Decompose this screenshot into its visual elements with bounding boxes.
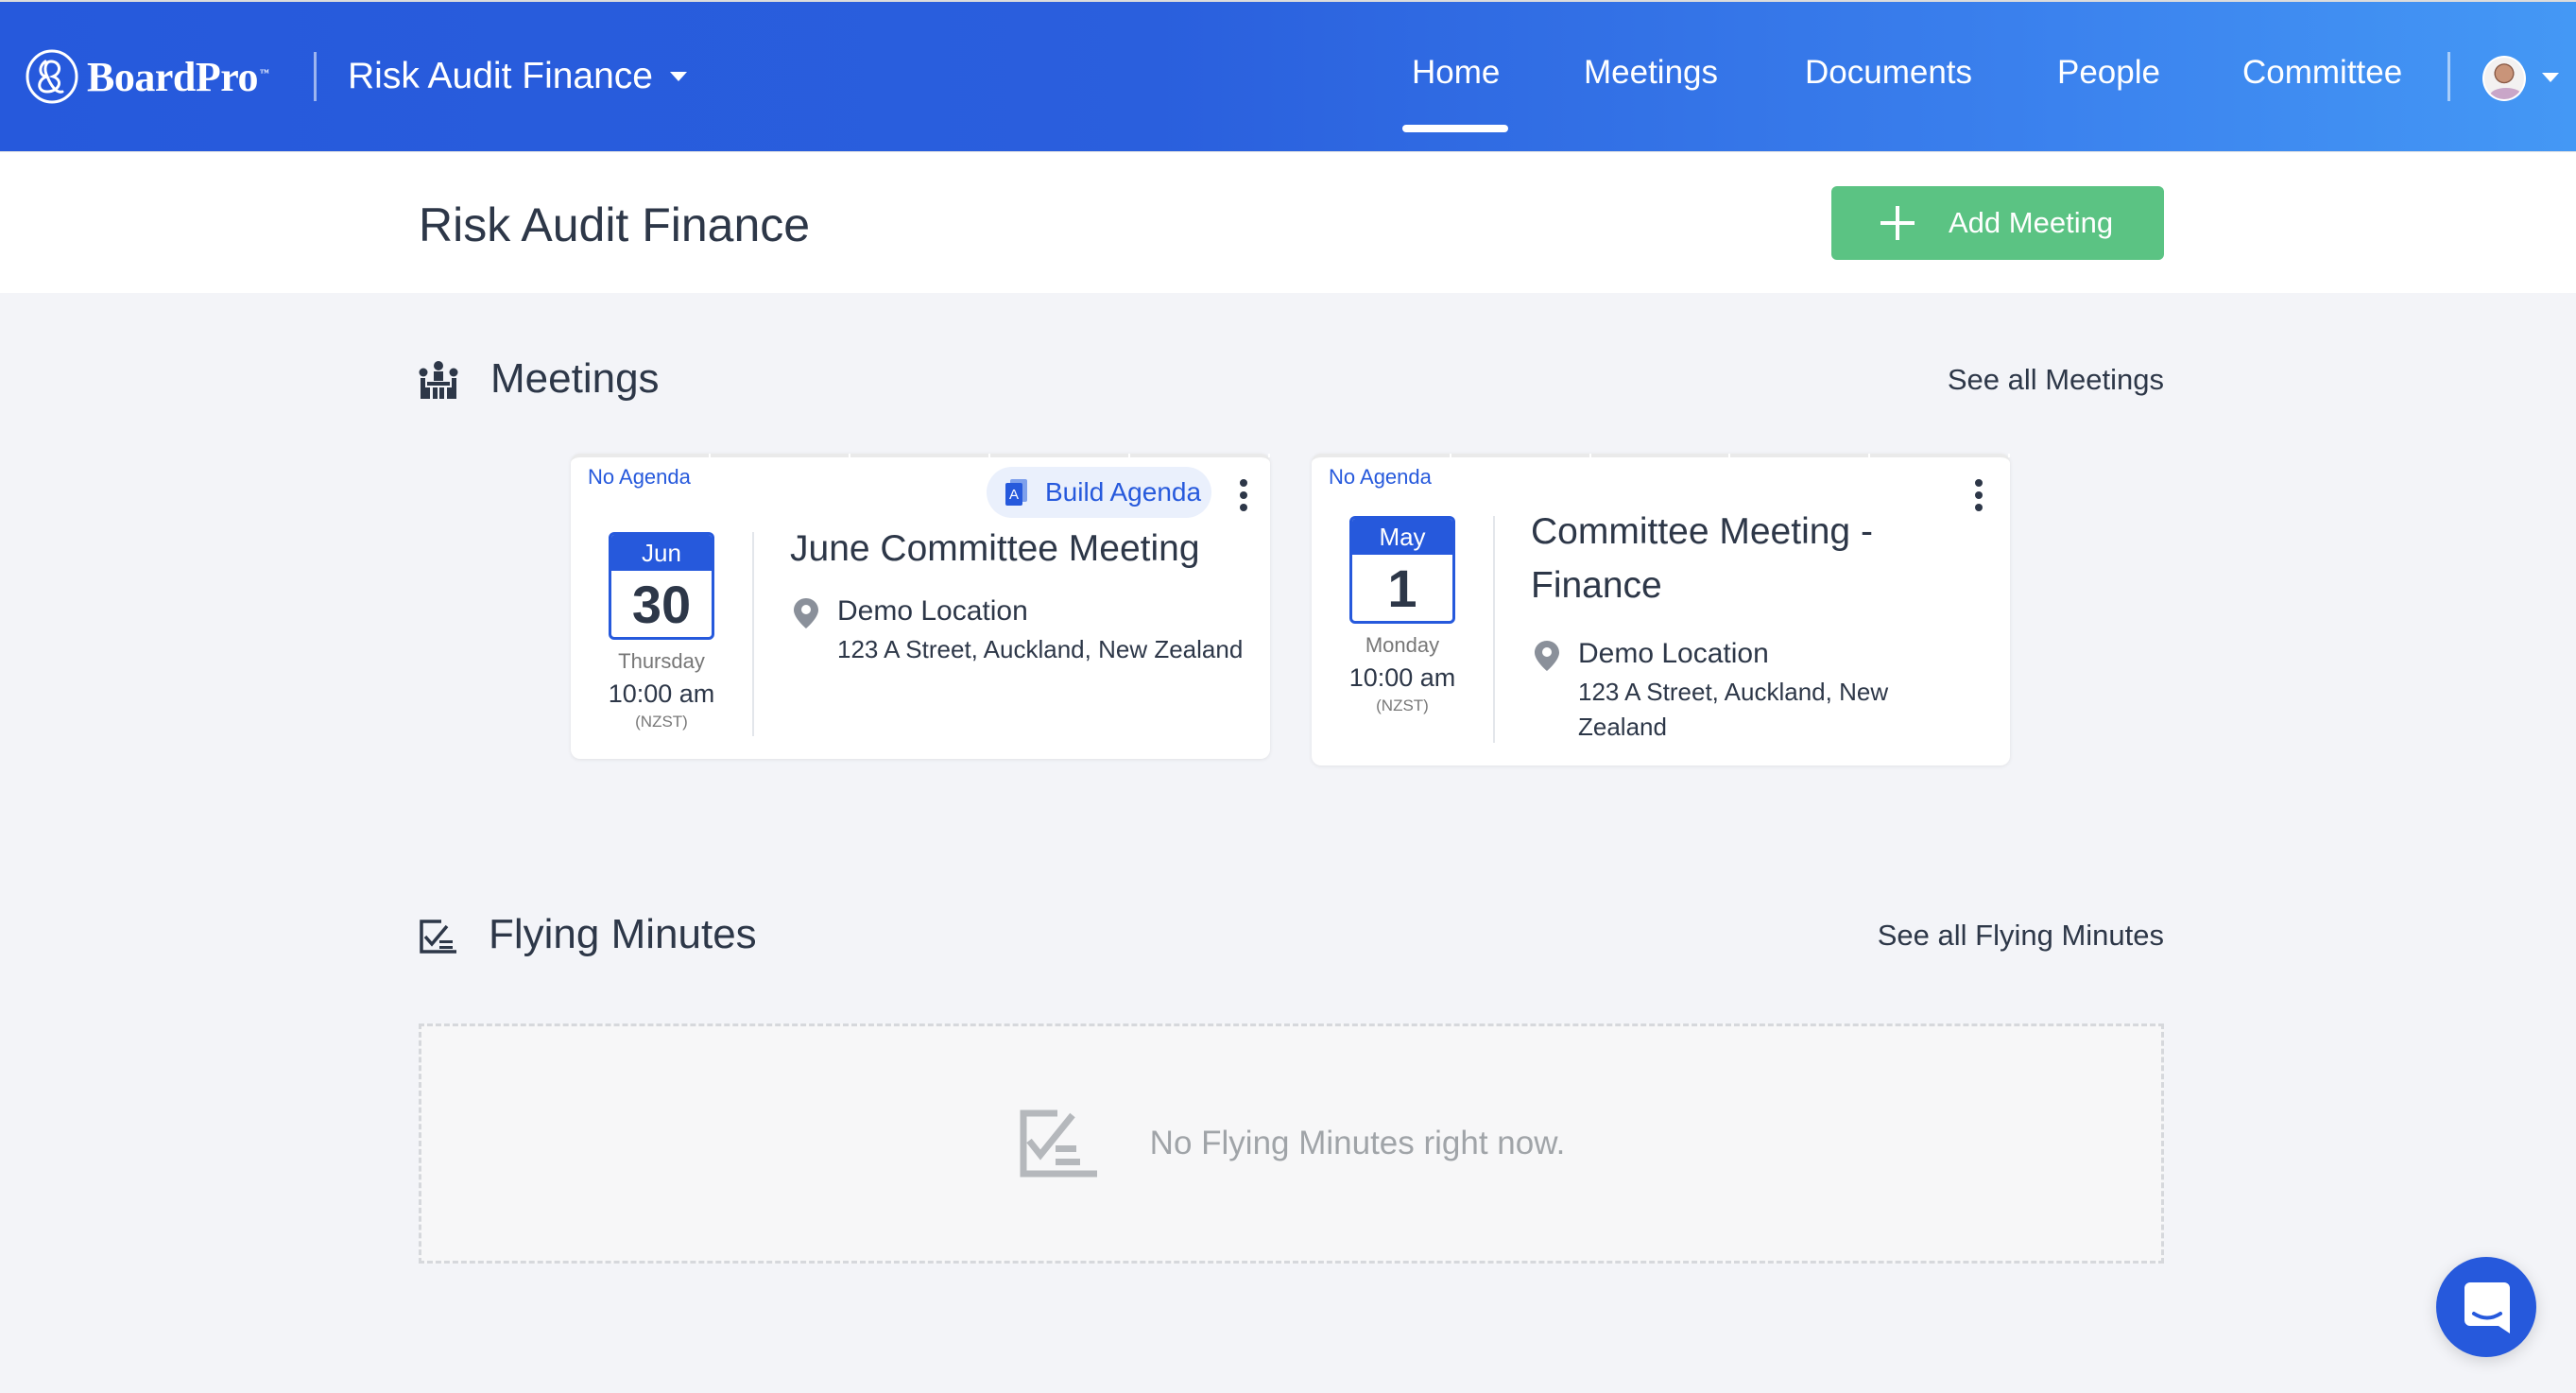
chat-launcher-button[interactable] <box>2436 1257 2536 1357</box>
location-pin-icon <box>794 598 818 628</box>
meeting-time: 10:00 am <box>608 679 715 708</box>
location-address: 123 A Street, Auckland, New Zealand <box>1578 678 1889 741</box>
location-pin-icon <box>1535 641 1559 671</box>
more-options-icon[interactable] <box>1967 476 1990 514</box>
meeting-date: May 1 Monday 10:00 am (NZST) <box>1312 516 1493 715</box>
meeting-info: June Committee Meeting Demo Location 123… <box>790 522 1244 667</box>
checklist-icon <box>420 920 456 954</box>
nav-documents[interactable]: Documents <box>1805 54 1972 92</box>
build-agenda-label: Build Agenda <box>1045 477 1202 507</box>
card-divider <box>1493 516 1495 743</box>
page-title: Risk Audit Finance <box>419 198 811 251</box>
meeting-date: Jun 30 Thursday 10:00 am (NZST) <box>571 532 752 731</box>
workspace-switcher[interactable]: Risk Audit Finance <box>348 49 687 104</box>
card-divider <box>752 532 754 736</box>
add-meeting-button[interactable]: Add Meeting <box>1831 186 2164 260</box>
flying-minutes-empty-state: No Flying Minutes right now. <box>419 1023 2164 1264</box>
location-name: Demo Location <box>1578 638 1769 669</box>
chevron-down-icon <box>670 72 687 81</box>
empty-state-message: No Flying Minutes right now. <box>1149 1125 1566 1161</box>
nav-meetings[interactable]: Meetings <box>1584 54 1718 92</box>
plus-icon <box>1880 206 1915 240</box>
date-month: Jun <box>611 535 712 571</box>
agenda-status-link[interactable]: No Agenda <box>588 465 691 490</box>
checklist-icon <box>1020 1109 1097 1178</box>
meetings-section-title: Meetings <box>490 355 660 402</box>
meeting-title[interactable]: Committee Meeting - Finance <box>1531 505 1937 612</box>
page-header: Risk Audit Finance Add Meeting <box>0 151 2576 293</box>
meeting-card[interactable]: No Agenda May 1 Monday 10:00 am (NZST) C… <box>1312 454 2010 765</box>
agenda-status-link[interactable]: No Agenda <box>1329 465 1432 490</box>
nav-divider <box>314 52 317 101</box>
flying-minutes-section-header: Flying Minutes See all Flying Minutes <box>419 907 2164 964</box>
see-all-flying-minutes-link[interactable]: See all Flying Minutes <box>1878 919 2164 953</box>
meetings-section-header: Meetings See all Meetings <box>419 352 2164 408</box>
nav-home[interactable]: Home <box>1412 54 1500 92</box>
meeting-location: Demo Location 123 A Street, Auckland, Ne… <box>790 593 1244 667</box>
see-all-meetings-link[interactable]: See all Meetings <box>1948 363 2164 397</box>
date-weekday: Thursday <box>618 649 705 673</box>
date-day: 1 <box>1387 559 1417 618</box>
date-month: May <box>1352 519 1452 555</box>
location-name: Demo Location <box>837 595 1028 627</box>
location-address: 123 A Street, Auckland, New Zealand <box>837 635 1244 663</box>
add-meeting-label: Add Meeting <box>1949 206 2114 239</box>
agenda-document-icon: A <box>1005 479 1028 506</box>
nav-people[interactable]: People <box>2057 54 2160 92</box>
meeting-table-icon <box>419 361 458 399</box>
meeting-title[interactable]: June Committee Meeting <box>790 522 1244 576</box>
meeting-info: Committee Meeting - Finance Demo Locatio… <box>1531 505 1937 745</box>
calendar-date-badge: Jun 30 <box>609 532 714 640</box>
meeting-location: Demo Location 123 A Street, Auckland, Ne… <box>1531 635 1937 745</box>
top-navigation-bar: BoardPro ™ Risk Audit Finance Home Meetin… <box>0 0 2576 151</box>
meeting-time: 10:00 am <box>1348 663 1456 692</box>
workspace-name: Risk Audit Finance <box>348 56 653 96</box>
nav-divider <box>2447 52 2450 101</box>
meeting-card[interactable]: No Agenda A Build Agenda Jun 30 Thursday… <box>571 454 1270 759</box>
calendar-date-badge: May 1 <box>1349 516 1455 624</box>
meeting-timezone: (NZST) <box>635 713 688 731</box>
date-weekday: Monday <box>1365 633 1440 657</box>
build-agenda-button[interactable]: A Build Agenda <box>987 467 1211 518</box>
meeting-timezone: (NZST) <box>1376 696 1429 714</box>
date-day: 30 <box>631 575 692 634</box>
more-options-icon[interactable] <box>1232 476 1255 514</box>
nav-committee[interactable]: Committee <box>2242 54 2402 92</box>
flying-minutes-section-title: Flying Minutes <box>489 911 757 957</box>
user-menu-chevron-icon[interactable] <box>2542 73 2559 82</box>
active-tab-indicator <box>1402 125 1508 132</box>
chat-icon <box>2464 1282 2510 1333</box>
user-avatar[interactable] <box>2482 56 2526 101</box>
boardpro-logo[interactable]: BoardPro ™ <box>25 47 269 106</box>
boardpro-logo-icon <box>26 49 78 104</box>
brand-name: BoardPro ™ <box>87 53 269 100</box>
